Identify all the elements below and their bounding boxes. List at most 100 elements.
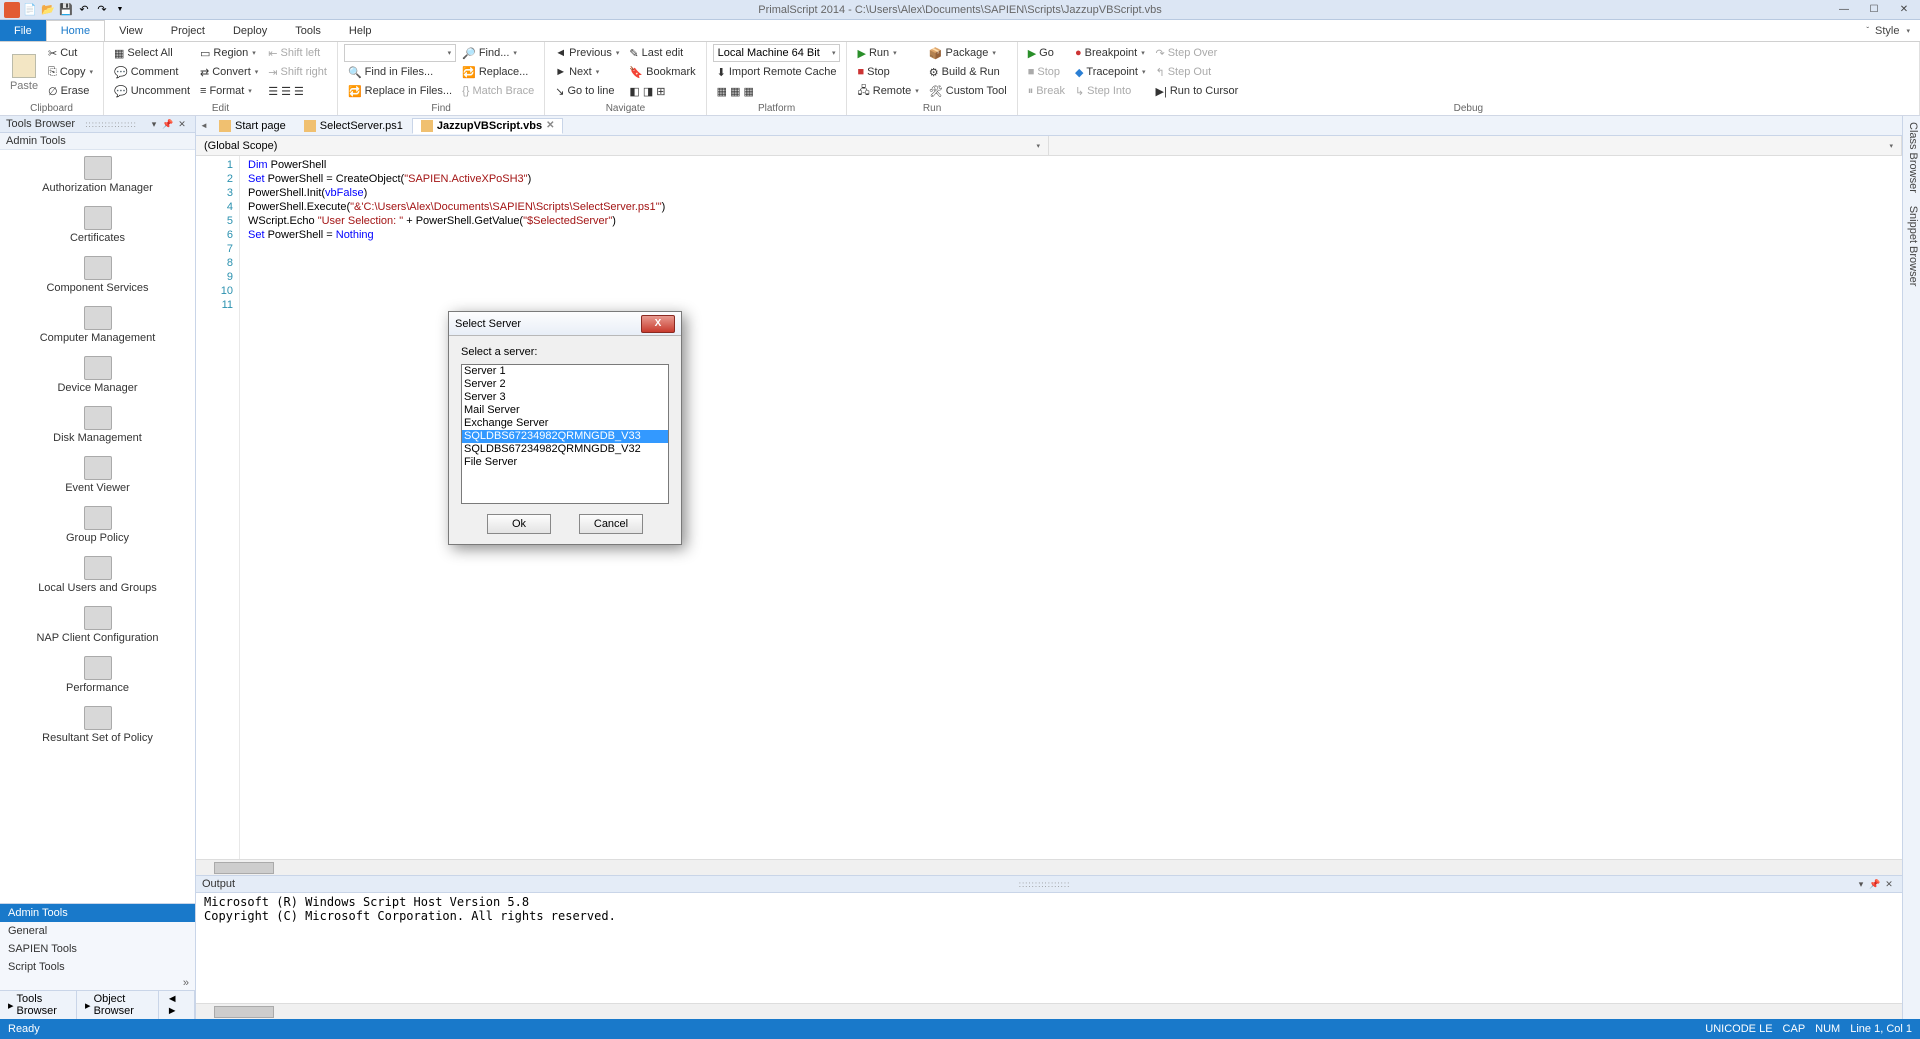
listbox-item[interactable]: File Server <box>462 456 668 469</box>
tool-item[interactable]: Local Users and Groups <box>0 550 195 600</box>
previous-button[interactable]: ◄Previous▾ <box>551 44 623 62</box>
bottom-tab[interactable]: ▸Tools Browser <box>0 991 77 1019</box>
tracepoint-button[interactable]: ◆Tracepoint▾ <box>1071 63 1150 81</box>
panel-dropdown-icon[interactable]: ▾ <box>147 119 161 130</box>
findinfiles-button[interactable]: 🔍Find in Files... <box>344 63 456 81</box>
shiftleft-button[interactable]: ⇤Shift left <box>264 44 331 62</box>
paste-button[interactable]: Paste <box>6 44 42 102</box>
listbox-item[interactable]: SQLDBS67234982QRMNGDB_V33 <box>462 430 668 443</box>
minimize-button[interactable]: — <box>1832 2 1856 18</box>
replace-button[interactable]: 🔁Replace... <box>458 63 538 81</box>
open-icon[interactable]: 📂 <box>40 2 56 18</box>
ribbon-minimize-icon[interactable]: ˇ <box>1866 26 1869 35</box>
buildrun-button[interactable]: ⚙Build & Run <box>925 63 1011 81</box>
tool-list[interactable]: Authorization ManagerCertificatesCompone… <box>0 150 195 903</box>
tool-item[interactable]: NAP Client Configuration <box>0 600 195 650</box>
dialog-close-button[interactable]: X <box>641 315 675 333</box>
region-button[interactable]: ▭Region▾ <box>196 44 262 62</box>
cancel-button[interactable]: Cancel <box>579 514 643 534</box>
listbox-item[interactable]: Server 3 <box>462 391 668 404</box>
breakpoint-button[interactable]: ●Breakpoint▾ <box>1071 44 1150 62</box>
tool-item[interactable]: Component Services <box>0 250 195 300</box>
pin-icon[interactable]: 📌 <box>161 119 175 130</box>
cut-button[interactable]: ✂Cut <box>44 44 97 62</box>
uncomment-button[interactable]: 💬Uncomment <box>110 82 194 100</box>
tab-scroll[interactable]: ◄ ► <box>159 991 195 1019</box>
runtocursor-button[interactable]: ▶|Run to Cursor <box>1152 82 1243 100</box>
go-button[interactable]: ▶Go <box>1024 44 1069 62</box>
close-button[interactable]: ✕ <box>1892 2 1916 18</box>
scope-dropdown[interactable]: (Global Scope)▾ <box>196 136 1049 155</box>
erase-button[interactable]: ∅Erase <box>44 82 97 100</box>
format-button[interactable]: ≡Format▾ <box>196 82 262 100</box>
selectall-button[interactable]: ▦Select All <box>110 44 194 62</box>
tool-item[interactable]: Performance <box>0 650 195 700</box>
panel-overflow-icon[interactable]: » <box>0 976 195 990</box>
editor-hscrollbar[interactable] <box>196 859 1902 875</box>
tool-item[interactable]: Device Manager <box>0 350 195 400</box>
debug-stop-button[interactable]: ■Stop <box>1024 63 1069 81</box>
run-button[interactable]: ▶Run▾ <box>853 44 922 62</box>
tool-item[interactable]: Computer Management <box>0 300 195 350</box>
output-dropdown-icon[interactable]: ▾ <box>1854 879 1868 890</box>
tab-close-icon[interactable]: ✕ <box>546 120 554 131</box>
stepover-button[interactable]: ↷Step Over <box>1152 44 1243 62</box>
listbox-item[interactable]: Server 2 <box>462 378 668 391</box>
qat-dropdown-icon[interactable]: ▼ <box>112 2 128 18</box>
listbox-item[interactable]: Server 1 <box>462 365 668 378</box>
package-button[interactable]: 📦Package▾ <box>925 44 1011 62</box>
new-icon[interactable]: 📄 <box>22 2 38 18</box>
panel-close-icon[interactable]: ✕ <box>175 119 189 130</box>
category-item[interactable]: Admin Tools <box>0 904 195 922</box>
tool-item[interactable]: Event Viewer <box>0 450 195 500</box>
platform-misc[interactable]: ▦▦▦ <box>713 82 841 100</box>
break-button[interactable]: ⏸Break <box>1024 82 1069 100</box>
bottom-tab[interactable]: ▸Object Browser <box>77 991 159 1019</box>
remote-button[interactable]: 🖧Remote▾ <box>853 82 922 100</box>
doc-tab[interactable]: SelectServer.ps1 <box>295 118 412 134</box>
next-button[interactable]: ►Next▾ <box>551 63 623 81</box>
category-item[interactable]: SAPIEN Tools <box>0 940 195 958</box>
stepout-button[interactable]: ↰Step Out <box>1152 63 1243 81</box>
output-pin-icon[interactable]: 📌 <box>1868 879 1882 890</box>
tool-item[interactable]: Disk Management <box>0 400 195 450</box>
convert-button[interactable]: ⇄Convert▾ <box>196 63 262 81</box>
server-listbox[interactable]: Server 1Server 2Server 3Mail ServerExcha… <box>461 364 669 504</box>
redo-icon[interactable]: ↷ <box>94 2 110 18</box>
tool-item[interactable]: Group Policy <box>0 500 195 550</box>
bookmark-button[interactable]: 🔖Bookmark <box>625 63 699 81</box>
undo-icon[interactable]: ↶ <box>76 2 92 18</box>
listbox-item[interactable]: SQLDBS67234982QRMNGDB_V32 <box>462 443 668 456</box>
tab-home[interactable]: Home <box>46 20 105 41</box>
class-browser-tab[interactable]: Class Browser <box>1907 122 1919 193</box>
nav-misc[interactable]: ◧◨⊞ <box>625 82 699 100</box>
style-menu[interactable]: Style <box>1875 25 1899 37</box>
tab-deploy[interactable]: Deploy <box>219 20 281 41</box>
tab-project[interactable]: Project <box>157 20 219 41</box>
stepinto-button[interactable]: ↳Step Into <box>1071 82 1150 100</box>
comment-button[interactable]: 💬Comment <box>110 63 194 81</box>
output-close-icon[interactable]: ✕ <box>1882 879 1896 890</box>
tab-help[interactable]: Help <box>335 20 386 41</box>
tool-item[interactable]: Authorization Manager <box>0 150 195 200</box>
find-combo[interactable]: ▾ <box>344 44 456 62</box>
shiftright-button[interactable]: ⇥Shift right <box>264 63 331 81</box>
doc-tab[interactable]: JazzupVBScript.vbs✕ <box>412 118 564 134</box>
member-dropdown[interactable]: ▾ <box>1049 136 1902 155</box>
platform-target-combo[interactable]: Local Machine 64 Bit▾ <box>713 44 841 62</box>
output-hscrollbar[interactable] <box>196 1003 1902 1019</box>
lastedit-button[interactable]: ✎Last edit <box>625 44 699 62</box>
replaceinfiles-button[interactable]: 🔁Replace in Files... <box>344 82 456 100</box>
gotoline-button[interactable]: ↘Go to line <box>551 82 623 100</box>
tab-tools[interactable]: Tools <box>281 20 335 41</box>
tab-file[interactable]: File <box>0 20 46 41</box>
restore-button[interactable]: ☐ <box>1862 2 1886 18</box>
listbox-item[interactable]: Exchange Server <box>462 417 668 430</box>
customtool-button[interactable]: 🛠Custom Tool <box>925 82 1011 100</box>
doc-tab[interactable]: Start page <box>210 118 295 134</box>
save-icon[interactable]: 💾 <box>58 2 74 18</box>
output-text[interactable]: Microsoft (R) Windows Script Host Versio… <box>196 893 1902 1003</box>
tab-scroll-left-icon[interactable]: ◄ <box>200 121 208 130</box>
category-item[interactable]: Script Tools <box>0 958 195 976</box>
copy-button[interactable]: ⎘Copy▾ <box>44 63 97 81</box>
